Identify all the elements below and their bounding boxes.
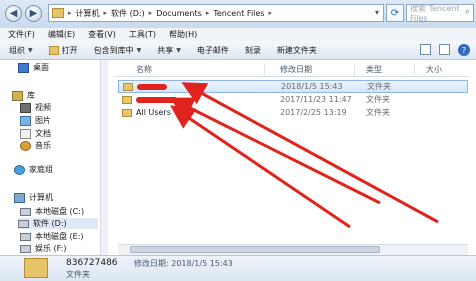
scroll-thumb[interactable] — [130, 246, 380, 253]
horizontal-scrollbar[interactable] — [118, 244, 468, 255]
annotation-arrows — [169, 82, 439, 229]
annotation-arrow — [169, 97, 381, 205]
details-name: 836727486 — [66, 258, 118, 268]
folder-icon — [24, 258, 48, 278]
details-type: 文件夹 — [66, 270, 90, 279]
details-modified: 修改日期: 2018/1/5 15:43 — [134, 259, 233, 268]
